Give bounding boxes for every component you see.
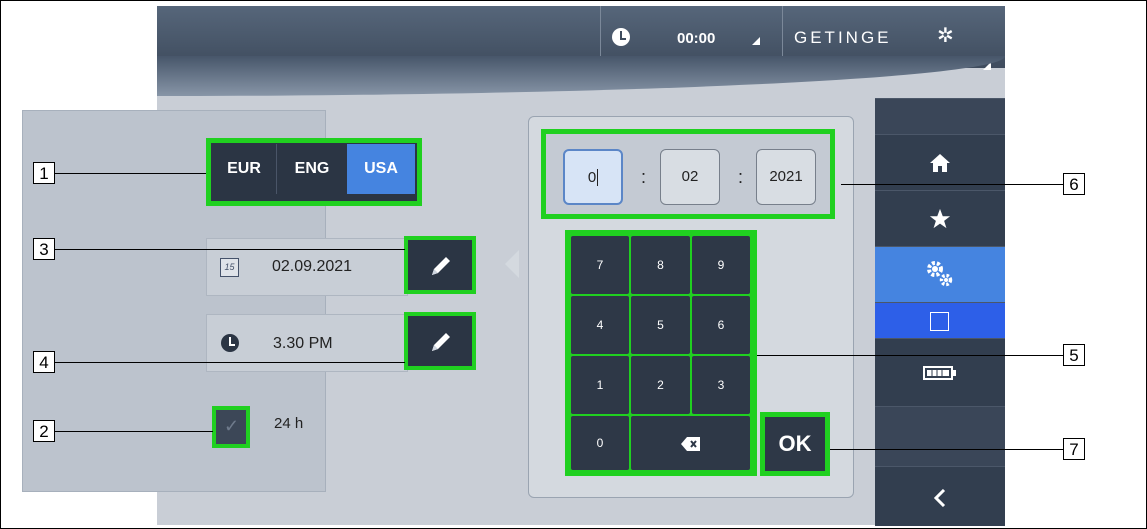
brand-logo-text: GETINGE <box>794 28 892 47</box>
clock-icon <box>612 28 630 46</box>
key-3[interactable]: 3 <box>692 356 750 414</box>
nav-home[interactable] <box>875 134 1005 191</box>
nav-settings[interactable] <box>875 246 1005 303</box>
settings-gears-icon <box>927 261 953 287</box>
header-swoosh <box>157 56 1005 96</box>
key-4[interactable]: 4 <box>571 296 629 354</box>
region-usa-button[interactable]: USA <box>347 144 415 194</box>
pencil-icon <box>432 333 450 351</box>
nav-spacer <box>875 406 1005 467</box>
year-input[interactable]: 2021 <box>756 149 816 205</box>
key-8[interactable]: 8 <box>631 236 690 294</box>
time-field: 3.30 PM <box>206 314 408 372</box>
pencil-icon <box>432 257 450 275</box>
edit-time-button[interactable] <box>404 312 476 370</box>
key-0[interactable]: 0 <box>571 416 629 470</box>
callout-4: 4 <box>33 351 55 373</box>
key-5[interactable]: 5 <box>631 296 690 354</box>
nav-battery[interactable] <box>875 338 1005 407</box>
leader-line <box>55 431 213 432</box>
leader-line <box>55 362 405 363</box>
popup-pointer <box>505 250 519 278</box>
backspace-icon <box>680 436 700 451</box>
month-input[interactable]: 0 <box>563 149 623 205</box>
region-eur-button[interactable]: EUR <box>213 144 275 194</box>
clock-icon <box>221 334 239 352</box>
callout-7: 7 <box>1063 438 1085 460</box>
separator: : <box>738 167 744 187</box>
separator: : <box>641 167 647 187</box>
format-24h-label: 24 h <box>274 415 304 432</box>
checkmark-icon: ✓ <box>224 416 240 436</box>
key-1[interactable]: 1 <box>571 356 629 414</box>
time-value: 3.30 PM <box>273 335 333 352</box>
nav-favorites[interactable] <box>875 190 1005 247</box>
star-icon <box>929 208 951 229</box>
callout-3: 3 <box>33 238 55 260</box>
date-field: 15 02.09.2021 <box>206 238 408 296</box>
home-icon <box>930 154 950 172</box>
format-24h-checkbox[interactable]: ✓ <box>212 406 250 448</box>
callout-5: 5 <box>1063 344 1085 366</box>
numeric-keypad: 7 8 9 4 5 6 1 2 3 0 <box>565 230 757 476</box>
callout-2: 2 <box>33 420 55 442</box>
backspace-key[interactable] <box>631 416 750 470</box>
leader-line <box>757 355 1063 356</box>
region-selector: EUR ENG USA <box>206 138 422 206</box>
nav-back[interactable] <box>875 466 1005 526</box>
key-6[interactable]: 6 <box>692 296 750 354</box>
nav-date-time[interactable] <box>875 302 1005 339</box>
key-7[interactable]: 7 <box>571 236 629 294</box>
corner-triangle-icon <box>752 37 760 45</box>
ok-button[interactable]: OK <box>765 417 825 471</box>
leader-line <box>55 173 206 174</box>
back-chevron-icon <box>934 489 946 507</box>
callout-6: 6 <box>1063 173 1085 195</box>
brand-logo-icon: ✲ <box>937 25 954 47</box>
side-navigation <box>875 98 1005 526</box>
leader-line <box>830 449 1063 450</box>
calendar-icon <box>930 312 949 331</box>
leader-line <box>55 249 405 250</box>
key-9[interactable]: 9 <box>692 236 750 294</box>
calendar-icon: 15 <box>220 258 239 277</box>
callout-1: 1 <box>33 162 55 184</box>
leader-line <box>841 184 1063 185</box>
day-input[interactable]: 02 <box>660 149 720 205</box>
nav-spacer <box>875 98 1005 135</box>
date-value: 02.09.2021 <box>272 258 353 275</box>
clock-time[interactable]: 00:00 <box>677 30 715 47</box>
key-2[interactable]: 2 <box>631 356 690 414</box>
battery-icon <box>923 366 956 380</box>
ok-button-frame: OK <box>760 412 830 476</box>
region-eng-button[interactable]: ENG <box>276 144 347 194</box>
edit-date-button[interactable] <box>404 236 476 294</box>
